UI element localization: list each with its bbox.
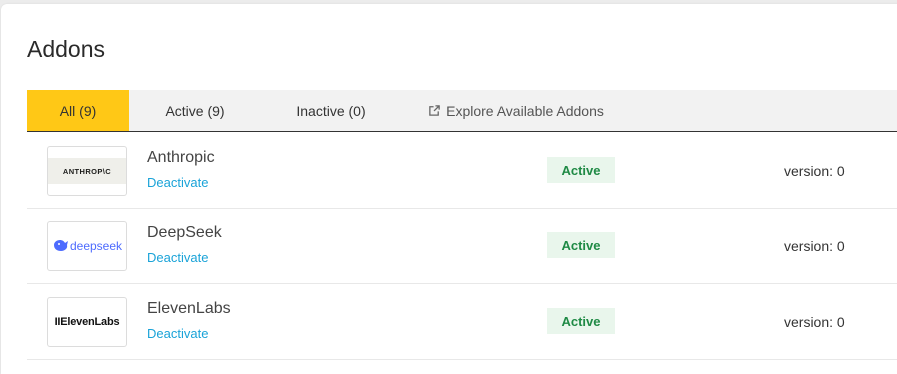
tab-active[interactable]: Active (9): [129, 90, 261, 131]
tab-explore-label: Explore Available Addons: [446, 102, 604, 119]
addon-name: DeepSeek: [147, 224, 222, 241]
addon-name: ElevenLabs: [147, 300, 231, 317]
tab-all[interactable]: All (9): [27, 90, 129, 131]
addon-version: version: 0: [784, 163, 845, 179]
deactivate-link[interactable]: Deactivate: [147, 250, 208, 265]
deactivate-link[interactable]: Deactivate: [147, 175, 208, 190]
deepseek-logo-mark: deepseek: [52, 238, 122, 255]
tab-explore-addons[interactable]: Explore Available Addons: [401, 90, 631, 131]
elevenlabs-logo: IIElevenLabs: [47, 297, 127, 347]
elevenlabs-logo-mark: IIElevenLabs: [54, 316, 120, 328]
addon-version: version: 0: [784, 314, 845, 330]
tab-bar: All (9) Active (9) Inactive (0) Explore …: [27, 90, 897, 132]
status-badge: Active: [547, 157, 615, 183]
deepseek-logo-text: deepseek: [69, 239, 123, 253]
addon-version: version: 0: [784, 238, 845, 254]
whale-icon: [52, 238, 70, 255]
deepseek-logo: deepseek: [47, 221, 127, 271]
anthropic-logo: ANTHROP\C: [47, 146, 127, 196]
status-badge: Active: [547, 232, 615, 258]
addon-row-deepseek: deepseek DeepSeek Deactivate Active vers…: [27, 208, 897, 284]
addon-name: Anthropic: [147, 149, 215, 166]
page-title: Addons: [27, 36, 106, 62]
addon-row-anthropic: ANTHROP\C Anthropic Deactivate Active ve…: [27, 133, 897, 209]
status-badge: Active: [547, 308, 615, 334]
addon-row-elevenlabs: IIElevenLabs ElevenLabs Deactivate Activ…: [27, 284, 897, 360]
anthropic-logo-mark: ANTHROP\C: [48, 158, 126, 184]
deactivate-link[interactable]: Deactivate: [147, 326, 208, 341]
external-link-icon: [428, 104, 442, 118]
tab-inactive[interactable]: Inactive (0): [261, 90, 401, 131]
